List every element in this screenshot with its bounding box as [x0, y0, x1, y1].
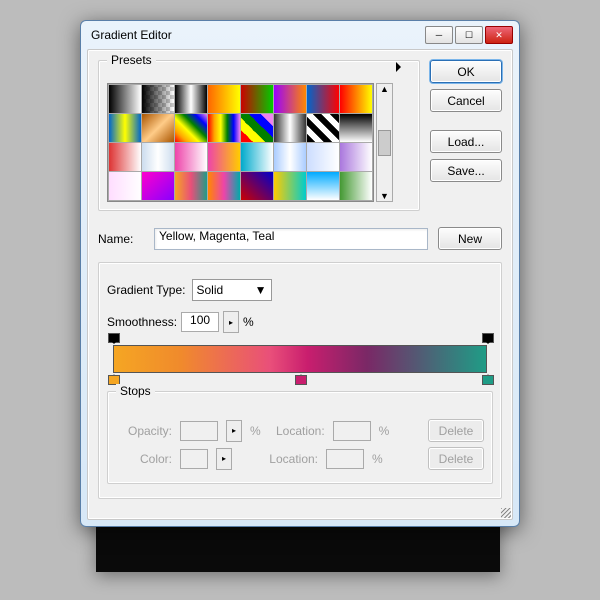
- preset-swatch[interactable]: [340, 85, 372, 113]
- close-button[interactable]: ✕: [485, 26, 513, 44]
- smoothness-stepper[interactable]: ▸: [223, 311, 239, 333]
- preset-swatch[interactable]: [241, 172, 273, 200]
- preset-swatch[interactable]: [340, 172, 372, 200]
- preset-swatches: [107, 83, 374, 202]
- opacity-location-input: [333, 421, 371, 441]
- preset-swatch[interactable]: [109, 114, 141, 142]
- preset-swatch[interactable]: [175, 172, 207, 200]
- presets-label: Presets: [107, 53, 156, 67]
- color-stop[interactable]: [482, 373, 492, 385]
- cancel-button[interactable]: Cancel: [430, 89, 502, 112]
- preset-swatch[interactable]: [175, 85, 207, 113]
- name-input[interactable]: Yellow, Magenta, Teal: [154, 228, 428, 250]
- color-picker-icon: ▸: [216, 448, 232, 470]
- preset-swatch[interactable]: [307, 114, 339, 142]
- preset-scrollbar[interactable]: ▲▼: [376, 83, 393, 202]
- window-title: Gradient Editor: [91, 28, 172, 42]
- stops-label: Stops: [116, 384, 155, 398]
- save-button[interactable]: Save...: [430, 159, 502, 182]
- opacity-stop[interactable]: [108, 333, 118, 345]
- preset-swatch[interactable]: [175, 114, 207, 142]
- color-label: Color:: [116, 452, 172, 466]
- preset-swatch[interactable]: [142, 143, 174, 171]
- preset-swatch[interactable]: [274, 85, 306, 113]
- titlebar[interactable]: Gradient Editor ─ ☐ ✕: [81, 21, 519, 49]
- gradient-editor-dialog: Gradient Editor ─ ☐ ✕ Presets ▲▼ OK C: [80, 20, 520, 527]
- preset-swatch[interactable]: [208, 172, 240, 200]
- preset-swatch[interactable]: [142, 172, 174, 200]
- preset-swatch[interactable]: [208, 85, 240, 113]
- preset-swatch[interactable]: [175, 143, 207, 171]
- smoothness-input[interactable]: 100: [181, 312, 219, 332]
- preset-swatch[interactable]: [109, 143, 141, 171]
- color-swatch-input: [180, 449, 208, 469]
- preset-swatch[interactable]: [241, 85, 273, 113]
- preset-swatch[interactable]: [208, 114, 240, 142]
- preset-swatch[interactable]: [307, 85, 339, 113]
- opacity-label: Opacity:: [116, 424, 172, 438]
- opacity-stop[interactable]: [482, 333, 492, 345]
- color-location-label: Location:: [262, 452, 318, 466]
- presets-menu-icon[interactable]: [396, 62, 406, 72]
- preset-swatch[interactable]: [142, 85, 174, 113]
- smoothness-label: Smoothness:: [107, 315, 177, 329]
- preset-swatch[interactable]: [208, 143, 240, 171]
- preset-swatch[interactable]: [274, 172, 306, 200]
- preset-swatch[interactable]: [307, 143, 339, 171]
- delete-opacity-stop-button: Delete: [428, 419, 484, 442]
- load-button[interactable]: Load...: [430, 130, 502, 153]
- color-location-input: [326, 449, 364, 469]
- preset-swatch[interactable]: [109, 85, 141, 113]
- gradient-fieldset: x Gradient Type: Solid▼ Smoothness: 100 …: [98, 262, 502, 499]
- preset-swatch[interactable]: [274, 114, 306, 142]
- preset-swatch[interactable]: [307, 172, 339, 200]
- chevron-down-icon: ▼: [255, 283, 267, 297]
- ok-button[interactable]: OK: [430, 60, 502, 83]
- preset-swatch[interactable]: [241, 114, 273, 142]
- delete-color-stop-button: Delete: [428, 447, 484, 470]
- stops-fieldset: Stops Opacity: ▸ % Location: % Delete Co…: [107, 391, 493, 484]
- minimize-button[interactable]: ─: [425, 26, 453, 44]
- new-button[interactable]: New: [438, 227, 502, 250]
- gradient-type-select[interactable]: Solid▼: [192, 279, 272, 301]
- preset-swatch[interactable]: [274, 143, 306, 171]
- preset-swatch[interactable]: [340, 114, 372, 142]
- maximize-button[interactable]: ☐: [455, 26, 483, 44]
- preset-swatch[interactable]: [241, 143, 273, 171]
- opacity-location-label: Location:: [269, 424, 325, 438]
- opacity-input: [180, 421, 218, 441]
- gradient-type-label: Gradient Type:: [107, 283, 186, 297]
- preset-swatch[interactable]: [109, 172, 141, 200]
- resize-grip-icon[interactable]: [501, 508, 511, 518]
- color-stop[interactable]: [295, 373, 305, 385]
- name-label: Name:: [98, 232, 144, 246]
- gradient-bar[interactable]: [113, 345, 487, 373]
- opacity-stepper: ▸: [226, 420, 242, 442]
- preset-swatch[interactable]: [340, 143, 372, 171]
- presets-fieldset: Presets ▲▼: [98, 60, 420, 211]
- preset-swatch[interactable]: [142, 114, 174, 142]
